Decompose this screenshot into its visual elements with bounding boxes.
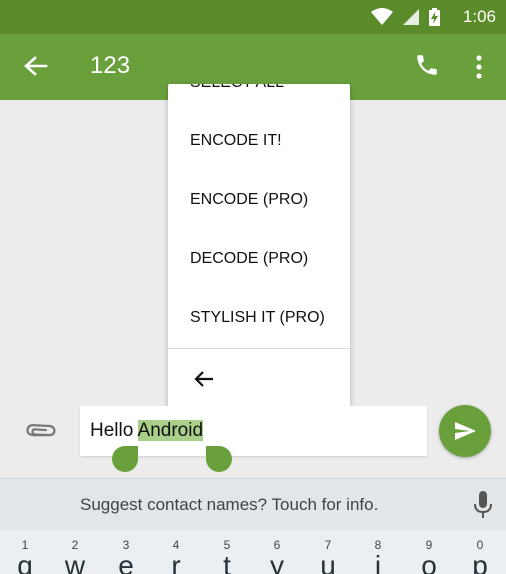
menu-item-stylish-it-pro[interactable]: STYLISH IT (PRO) <box>190 309 325 327</box>
message-text-plain: Hello <box>90 420 138 441</box>
key-letter: w <box>64 550 86 574</box>
menu-item-encode-it[interactable]: ENCODE IT! <box>190 132 282 150</box>
key-letter: i <box>374 550 382 574</box>
wifi-icon <box>371 8 393 31</box>
soft-keyboard: 1q 2w 3e 4r 5t 6y 7u 8i 9o 0p <box>0 530 506 574</box>
suggestion-strip[interactable]: Suggest contact names? Touch for info. <box>0 478 506 531</box>
menu-item-decode-pro[interactable]: DECODE (PRO) <box>190 250 308 268</box>
signal-icon <box>403 9 419 30</box>
key-i[interactable]: 8i <box>353 530 403 574</box>
mic-icon[interactable] <box>472 491 494 519</box>
key-t[interactable]: 5t <box>202 530 252 574</box>
menu-divider <box>168 348 350 349</box>
key-letter: o <box>421 550 437 574</box>
key-e[interactable]: 3e <box>101 530 151 574</box>
text-selection-menu: SELECT ALL ENCODE IT! ENCODE (PRO) DECOD… <box>168 84 350 408</box>
key-u[interactable]: 7u <box>303 530 353 574</box>
menu-item-encode-pro[interactable]: ENCODE (PRO) <box>190 191 308 209</box>
send-button[interactable] <box>439 405 491 457</box>
status-time: 1:06 <box>462 7 496 26</box>
key-letter: r <box>171 550 181 574</box>
key-letter: t <box>223 550 231 574</box>
message-text[interactable]: Hello Android <box>90 420 204 442</box>
selected-text[interactable]: Android <box>137 420 204 441</box>
key-letter: y <box>270 550 284 574</box>
menu-item-select-all[interactable]: SELECT ALL <box>190 84 284 92</box>
key-letter: e <box>118 550 134 574</box>
key-o[interactable]: 9o <box>404 530 454 574</box>
arrow-back-icon[interactable] <box>20 52 50 82</box>
status-bar: 1:06 <box>0 0 506 34</box>
selection-start-handle[interactable] <box>112 446 138 472</box>
key-p[interactable]: 0p <box>455 530 505 574</box>
conversation-title: 123 <box>90 52 131 79</box>
more-vert-icon[interactable] <box>468 54 490 80</box>
key-letter: q <box>17 550 33 574</box>
key-q[interactable]: 1q <box>0 530 50 574</box>
suggestion-text[interactable]: Suggest contact names? Touch for info. <box>80 495 378 515</box>
key-r[interactable]: 4r <box>151 530 201 574</box>
selection-end-handle[interactable] <box>206 446 232 472</box>
battery-charging-icon <box>429 8 440 31</box>
status-icons <box>371 8 440 31</box>
phone-icon[interactable] <box>414 52 440 78</box>
paperclip-icon[interactable] <box>26 418 56 448</box>
key-y[interactable]: 6y <box>252 530 302 574</box>
key-letter: p <box>472 550 488 574</box>
arrow-back-icon[interactable] <box>192 367 216 391</box>
key-w[interactable]: 2w <box>50 530 100 574</box>
key-letter: u <box>320 550 336 574</box>
